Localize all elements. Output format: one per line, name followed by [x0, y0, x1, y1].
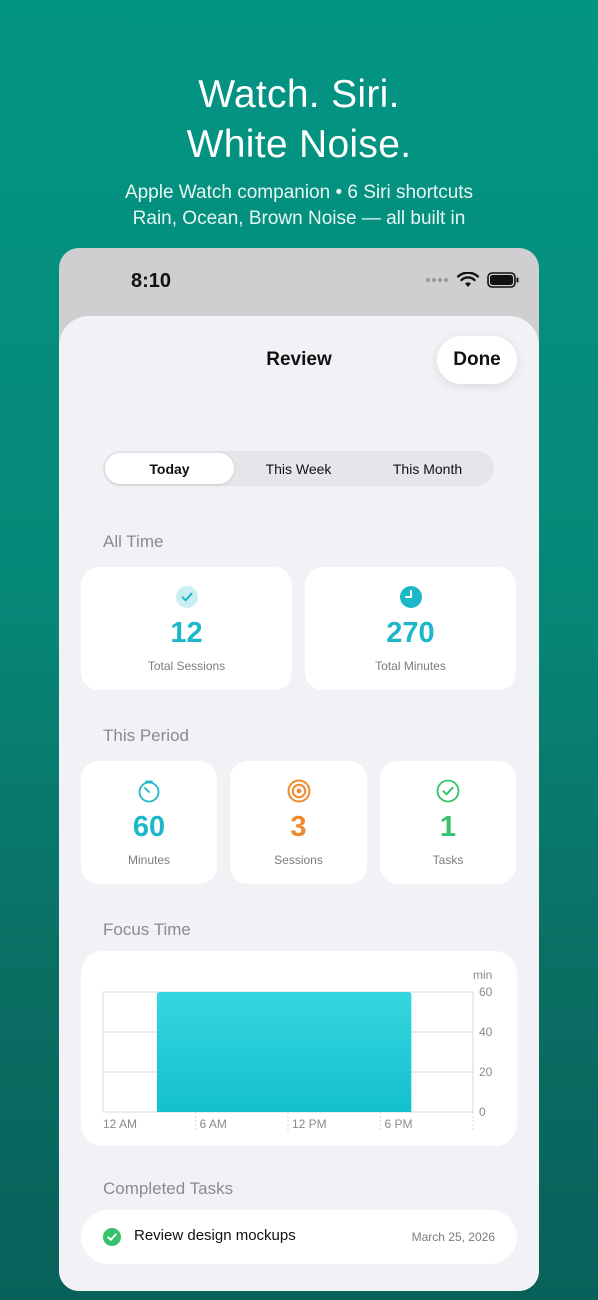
status-time: 8:10 [131, 270, 172, 292]
y-tick-label: 40 [479, 1025, 493, 1039]
promo-title-line1: Watch. Siri. [198, 73, 400, 116]
status-icons [425, 272, 519, 288]
segment-today[interactable]: Today [105, 453, 234, 484]
battery-icon [487, 272, 519, 288]
promo-subtitle-line2: Rain, Ocean, Brown Noise — all built in [132, 208, 466, 229]
list-item[interactable]: Review design mockups March 25, 2026 [81, 1210, 517, 1264]
x-tick-label: 12 PM [292, 1117, 327, 1131]
stat-card-minutes: 60 Minutes [81, 761, 217, 884]
timer-icon [138, 780, 160, 803]
phone-frame: 8:10 Review Done Today This Week This Mo… [59, 248, 539, 1291]
target-icon [287, 779, 310, 803]
stat-card-total-sessions: 12 Total Sessions [81, 567, 292, 690]
total-sessions-label: Total Sessions [147, 659, 226, 673]
focus-time-chart: min 0 20 40 60 12 AM 6 AM 12 PM 6 PM [102, 968, 493, 1131]
stat-card-total-minutes: 270 Total Minutes [305, 567, 516, 690]
promo-title: Watch. Siri. White Noise. [0, 70, 598, 170]
stat-card-sessions: 3 Sessions [230, 761, 367, 884]
period-minutes-label: Minutes [127, 853, 171, 867]
x-tick-label: 12 AM [103, 1117, 137, 1131]
wifi-icon [457, 272, 479, 287]
total-minutes-value: 270 [386, 617, 435, 649]
completed-tasks-title: Completed Tasks [103, 1179, 234, 1198]
this-period-title: This Period [103, 726, 189, 745]
clock-icon [399, 586, 422, 608]
done-button[interactable]: Done [437, 336, 517, 384]
period-tasks-value: 1 [439, 811, 457, 843]
y-tick-label: 0 [479, 1105, 486, 1119]
y-axis-unit-label: min [473, 968, 492, 982]
period-sessions-value: 3 [290, 811, 307, 843]
period-minutes-value: 60 [132, 811, 166, 843]
total-minutes-label: Total Minutes [375, 659, 446, 673]
y-tick-label: 60 [479, 985, 493, 999]
task-date: March 25, 2026 [411, 1230, 495, 1244]
focus-time-chart-card: min 0 20 40 60 12 AM 6 AM 12 PM 6 PM [81, 951, 517, 1146]
segment-this-week[interactable]: This Week [234, 453, 363, 484]
stat-card-tasks: 1 Tasks [380, 761, 516, 884]
promo-subtitle: Apple Watch companion • 6 Siri shortcuts… [0, 180, 598, 232]
checkmark-circle-icon [103, 1228, 121, 1246]
period-segmented-control: Today This Week This Month [103, 451, 494, 486]
task-name: Review design mockups [134, 1227, 296, 1244]
checkmark-circle-icon [436, 779, 460, 803]
checkmark-circle-icon [175, 586, 198, 608]
y-tick-label: 20 [479, 1065, 493, 1079]
review-sheet: Review Done Today This Week This Month A… [59, 316, 539, 1291]
focus-time-title: Focus Time [103, 920, 191, 939]
period-sessions-label: Sessions [274, 853, 323, 867]
x-tick-label: 6 AM [200, 1117, 227, 1131]
promo-title-line2: White Noise. [186, 123, 412, 166]
all-time-title: All Time [103, 532, 164, 551]
chart-bar [156, 992, 412, 1112]
signal-dots-icon [426, 278, 448, 282]
promo-subtitle-line1: Apple Watch companion • 6 Siri shortcuts [124, 182, 474, 203]
period-tasks-label: Tasks [432, 853, 464, 867]
x-tick-label: 6 PM [385, 1117, 413, 1131]
total-sessions-value: 12 [170, 617, 203, 649]
segment-this-month[interactable]: This Month [363, 453, 492, 484]
